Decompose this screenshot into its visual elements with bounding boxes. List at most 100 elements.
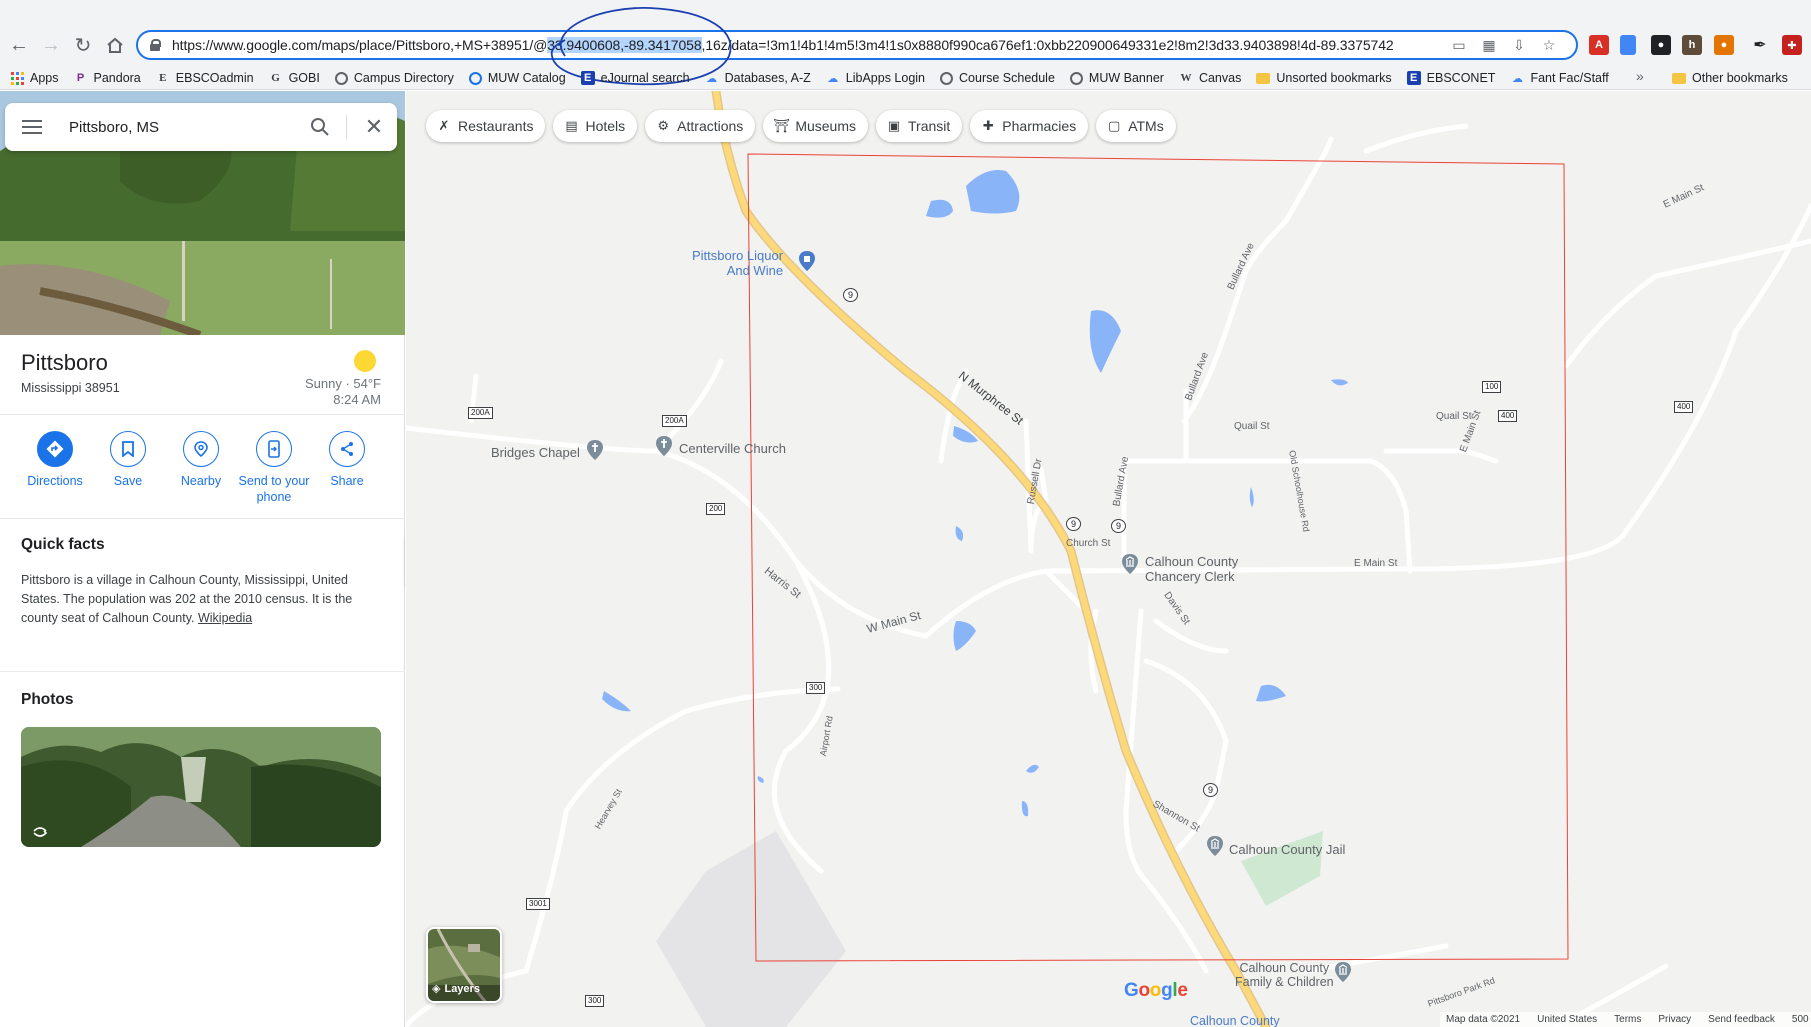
bookmark-label: EBSCOadmin [175,71,254,85]
bookmark-label: Canvas [1198,71,1242,85]
docs-extension-icon[interactable] [1620,35,1636,55]
search-icon[interactable] [310,117,330,137]
route-9-shield: 9 [1111,519,1126,533]
bookmark-ebscoadmin[interactable]: E EBSCOadmin [156,71,254,85]
catalog-icon [468,71,482,85]
route-300-shield: 300 [806,682,826,694]
hamburger-menu-icon[interactable] [22,120,42,134]
bookmarks-overflow-button[interactable]: » [1636,68,1644,84]
bookmark-other[interactable]: Other bookmarks [1672,66,1788,90]
bookmark-unsorted[interactable]: Unsorted bookmarks [1256,71,1392,85]
folder-icon [1256,72,1271,84]
bookmark-canvas[interactable]: W Canvas [1179,71,1241,85]
chip-label: ATMs [1128,118,1164,134]
pen-extension-icon[interactable]: ✒ [1750,35,1770,55]
museum-icon: ⛩ [773,118,790,133]
bookmark-campus-directory[interactable]: Campus Directory [334,71,454,85]
terms-link[interactable]: Terms [1614,1014,1641,1025]
cast-icon[interactable]: ▭ [1450,37,1468,55]
chip-label: Attractions [677,118,744,134]
street-view-photo[interactable] [21,727,381,847]
government-pin-icon[interactable] [1335,962,1351,982]
extension-badge-icon[interactable]: ● [1714,35,1734,55]
bookmark-label: Databases, A-Z [724,71,811,85]
chip-restaurants[interactable]: ✗ Restaurants [426,110,546,142]
bookmark-muw-catalog[interactable]: MUW Catalog [468,71,566,85]
bookmark-ebsconet[interactable]: E EBSCONET [1406,71,1495,85]
government-pin-icon[interactable] [1207,836,1223,856]
scale-label[interactable]: 500 ft [1792,1014,1811,1025]
bookmark-label: Course Schedule [959,71,1055,85]
chip-atms[interactable]: ▢ ATMs [1096,110,1176,142]
map-canvas[interactable]: N Murphree St Harris St W Main St E Main… [406,91,1811,1027]
home-icon[interactable] [100,30,130,60]
bookmark-course-schedule[interactable]: Course Schedule [940,71,1055,85]
chip-pharmacies[interactable]: ✚ Pharmacies [970,110,1089,142]
church-pin-icon[interactable] [656,436,672,456]
bookmark-star-icon[interactable]: ☆ [1540,37,1558,55]
chip-attractions[interactable]: ⚙ Attractions [645,110,756,142]
church-pin-icon[interactable] [587,440,603,460]
route-200a-shield: 200A [468,407,493,419]
nearby-button[interactable]: Nearby [165,431,237,489]
send-to-phone-button[interactable]: Send to your phone [237,431,311,505]
bookmark-fant-fac-staff[interactable]: ☁ Fant Fac/Staff [1510,71,1609,85]
poi-chancery-clerk[interactable]: Calhoun County Chancery Clerk [1145,554,1238,584]
install-icon[interactable]: ⇩ [1510,37,1528,55]
poi-label: Calhoun County [1145,554,1239,569]
directions-button[interactable]: Directions [19,431,91,489]
send-feedback-link[interactable]: Send feedback [1708,1014,1775,1025]
back-icon[interactable]: ← [4,30,34,60]
close-icon[interactable]: ✕ [363,116,385,138]
privacy-link[interactable]: Privacy [1658,1014,1691,1025]
url-text[interactable]: https://www.google.com/maps/place/Pittsb… [172,37,1394,53]
region-link[interactable]: United States [1537,1014,1597,1025]
layers-label: ◈ Layers [432,982,480,996]
reload-icon[interactable]: ↻ [68,30,98,60]
forward-icon[interactable]: → [36,30,66,60]
globe-icon [1069,71,1083,85]
poi-bridges-chapel[interactable]: Bridges Chapel [491,445,580,460]
bookmark-apps[interactable]: Apps [10,71,59,85]
search-input[interactable] [69,115,289,139]
url-selected-coordinates[interactable]: 33.9400608,-89.3417058 [547,37,702,53]
poi-bottom-label[interactable]: Calhoun County [1190,1014,1280,1027]
save-button[interactable]: Save [92,431,164,489]
wikipedia-link[interactable]: Wikipedia [198,611,252,625]
share-button[interactable]: Share [311,431,383,489]
bookmark-libapps[interactable]: ☁ LibApps Login [826,71,925,85]
pdf-extension-icon[interactable]: ✚ [1782,35,1802,55]
restaurant-icon: ✗ [438,118,450,133]
apps-grid-icon [10,71,24,85]
shopping-pin-icon[interactable] [799,251,815,271]
qr-code-icon[interactable]: ▦ [1480,37,1498,55]
lock-extension-icon[interactable]: ● [1651,35,1671,55]
poi-pittsboro-liquor[interactable]: Pittsboro Liquor And Wine [692,248,783,278]
address-bar[interactable]: https://www.google.com/maps/place/Pittsb… [136,30,1578,60]
bookmark-databases[interactable]: ☁ Databases, A-Z [705,71,811,85]
nearby-icon [183,431,219,467]
hypothesis-extension-icon[interactable]: h [1682,35,1702,55]
poi-county-jail[interactable]: Calhoun County Jail [1229,842,1345,857]
chip-transit[interactable]: ▣ Transit [876,110,963,142]
bookmark-pandora[interactable]: P Pandora [74,71,141,85]
bookmark-gobi[interactable]: G GOBI [269,71,320,85]
bookmark-ejournal-search[interactable]: EeJournal search [580,71,690,85]
transit-bus-icon: ▣ [887,118,901,133]
route-100-shield: 100 [1482,381,1502,393]
place-header: Pittsboro Mississippi 38951 Sunny · 54°F… [0,335,405,415]
search-divider [346,115,347,139]
lock-icon[interactable] [150,39,161,51]
bookmark-label: GOBI [288,71,320,85]
government-pin-icon[interactable] [1122,554,1138,574]
bookmark-label: Pandora [93,71,141,85]
chip-hotels[interactable]: ▤ Hotels [553,110,638,142]
weather-text: Sunny · 54°F [304,376,381,391]
adblock-extension-icon[interactable]: A [1589,35,1609,55]
poi-family-children[interactable]: Calhoun County Family & Children [1235,961,1334,989]
globe-icon [334,71,348,85]
poi-centerville-church[interactable]: Centerville Church [679,441,786,456]
chip-museums[interactable]: ⛩ Museums [763,110,868,142]
layers-button[interactable]: ◈ Layers [426,927,502,1003]
bookmark-muw-banner[interactable]: MUW Banner [1069,71,1164,85]
